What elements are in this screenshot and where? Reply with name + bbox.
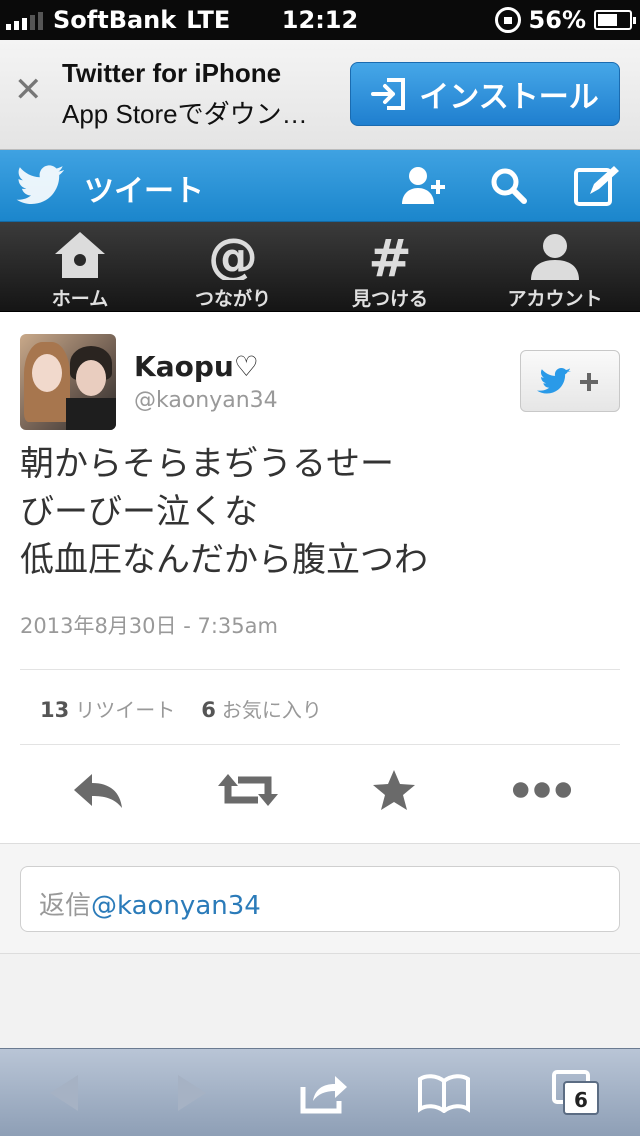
tab-bar: ホーム @ つながり # 見つける アカウント [0,222,640,312]
avatar[interactable] [20,334,116,430]
favorite-button[interactable] [364,760,424,820]
rotation-lock-icon [494,7,521,33]
status-right: 56% [494,6,636,34]
status-bar: SoftBank LTE 12:12 56% [0,0,640,40]
retweet-count[interactable]: 13 [40,698,69,722]
retweet-label[interactable]: リツイート [75,694,175,723]
tab-home-label: ホーム [51,288,109,310]
add-user-icon[interactable] [398,162,448,210]
svg-text:@: @ [208,230,258,280]
reply-area: 返信@kaonyan34 [0,844,640,954]
tweet-timestamp: 2013年8月30日 - 7:35am [20,614,278,638]
home-icon [55,232,105,278]
tweet-line: 朝からそらまぢうるせー [20,444,394,484]
share-button[interactable] [292,1063,356,1123]
divider [20,744,620,745]
battery-icon [594,10,636,30]
forward-button[interactable] [160,1063,224,1123]
tab-connect-label: つながり [194,288,271,310]
twitter-bird-icon [16,165,64,204]
back-icon [50,1075,78,1111]
at-icon: @ [208,230,258,280]
star-icon [373,770,415,810]
tabs-button[interactable]: 6 [544,1063,608,1123]
twitter-header: ツイート [0,150,640,222]
tab-account-label: アカウント [507,288,603,310]
back-button[interactable] [32,1063,96,1123]
banner-app-title: Twitter for iPhone [62,58,282,88]
tweet-stats: 13 リツイート 6 お気に入り [40,694,322,723]
tabs-icon: 6 [552,1070,599,1115]
divider [20,669,620,670]
more-button[interactable] [512,760,572,820]
reply-mention: @kaonyan34 [91,891,261,921]
svg-text:#: # [368,230,412,280]
follow-button[interactable] [520,350,620,412]
user-handle[interactable]: @kaonyan34 [134,388,278,413]
banner-app-subtitle: App Storeでダウン… [62,99,308,129]
battery-percent: 56% [528,6,586,34]
tweet-line: びーびー泣くな [20,492,258,532]
forward-icon [178,1075,206,1111]
reply-input[interactable]: 返信@kaonyan34 [20,866,620,932]
tweet-line: 低血圧なんだから腹立つわ [20,540,428,580]
tab-count: 6 [574,1088,588,1112]
tab-account[interactable]: アカウント [475,222,635,312]
reply-icon [74,774,122,808]
reply-button[interactable] [68,760,128,820]
page-title: ツイート [84,174,204,209]
tab-discover[interactable]: # 見つける [310,222,470,312]
share-icon [300,1076,347,1114]
reply-prefix: 返信 [39,891,92,921]
install-icon [371,78,406,110]
favorite-count[interactable]: 6 [201,698,216,722]
install-label: インストール [419,80,599,115]
follow-bird-plus-icon [537,368,598,394]
tweet-card: Kaopu♡ @kaonyan34 朝からそらまぢうるせー びーびー泣くな 低血… [0,312,640,844]
retweet-button[interactable] [218,760,278,820]
favorite-label[interactable]: お気に入り [222,694,322,723]
bookmarks-icon [418,1074,470,1113]
person-icon [531,234,579,280]
more-dots-icon [512,782,572,798]
tweet-actions [0,760,640,820]
compose-icon[interactable] [572,162,622,210]
app-install-banner: ✕ Twitter for iPhone App Storeでダウン… インスト… [0,40,640,150]
search-icon[interactable] [484,162,534,210]
close-icon[interactable]: ✕ [14,70,43,110]
tab-home[interactable]: ホーム [0,222,160,312]
tweet-text: 朝からそらまぢうるせー びーびー泣くな 低血圧なんだから腹立つわ [20,440,620,584]
retweet-icon [218,774,278,806]
browser-toolbar: 6 [0,1048,640,1136]
install-button[interactable]: インストール [350,62,620,126]
user-name[interactable]: Kaopu♡ [134,350,259,383]
tab-discover-label: 見つける [351,288,428,310]
tab-connect[interactable]: @ つながり [153,222,313,312]
bookmarks-button[interactable] [412,1063,476,1123]
hashtag-icon: # [368,230,412,280]
